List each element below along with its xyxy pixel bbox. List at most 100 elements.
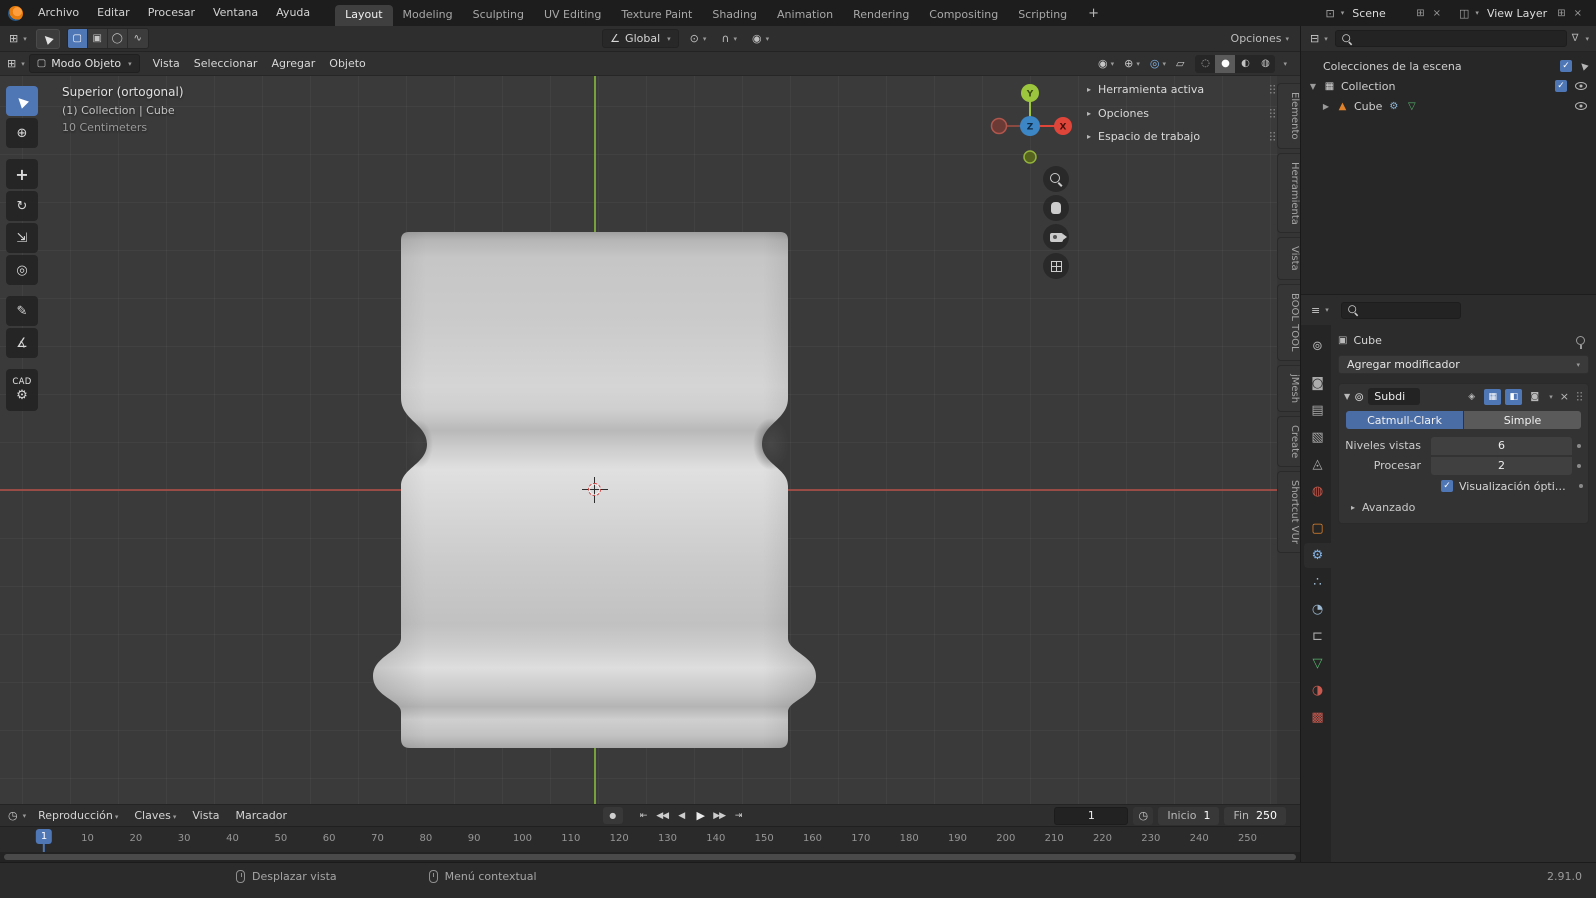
viewport-menu-vista[interactable]: Vista (146, 52, 187, 76)
workspace-tab-scripting[interactable]: Scripting (1008, 5, 1077, 26)
options-dropdown[interactable]: Opciones ▾ (1227, 29, 1293, 49)
properties-tab-world[interactable]: ◍ (1304, 479, 1331, 504)
select-mode-intersect-button[interactable]: ∿ (127, 29, 148, 48)
sidebar-tab-shortcut-vur[interactable]: Shortcut VUr (1277, 471, 1300, 554)
unlink-scene-icon[interactable]: × (1431, 8, 1443, 19)
selectable-cursor-icon[interactable]: ◀ (1578, 60, 1590, 72)
toggle-ortho-button[interactable] (1043, 253, 1069, 279)
catmull-clark-button[interactable]: Catmull-Clark (1346, 411, 1463, 429)
mesh-data-icon[interactable]: ▽ (1405, 101, 1418, 112)
properties-tab-texture[interactable]: ▩ (1304, 705, 1331, 730)
viewport-menu-seleccionar[interactable]: Seleccionar (187, 52, 265, 76)
workspace-tab-shading[interactable]: Shading (702, 5, 767, 26)
frame-start-field[interactable]: Inicio 1 (1158, 806, 1220, 825)
tool-cad-button[interactable]: CAD ⚙ (6, 369, 38, 411)
tool-scale-button[interactable]: ⇲ (6, 223, 38, 253)
npanel-section-espacio-de-trabajo[interactable]: ▸ Espacio de trabajo (1083, 125, 1280, 149)
sidebar-tab-vista[interactable]: Vista (1277, 237, 1300, 281)
tool-rotate-button[interactable]: ↻ (6, 191, 38, 221)
properties-tab-output[interactable]: ▤ (1304, 398, 1331, 423)
tool-move-button[interactable]: + (6, 159, 38, 189)
show-in-render-toggle[interactable]: ◙ (1526, 389, 1543, 405)
pin-icon[interactable] (1576, 335, 1585, 349)
advanced-section[interactable]: ▸ Avanzado (1339, 497, 1588, 517)
properties-tab-constraints[interactable]: ⊏ (1304, 624, 1331, 649)
camera-view-button[interactable] (1043, 224, 1069, 250)
viewport-menu-objeto[interactable]: Objeto (322, 52, 373, 76)
tool-transform-button[interactable]: ◎ (6, 255, 38, 285)
render-levels-field[interactable]: 2 (1431, 456, 1572, 475)
active-tool-button[interactable]: ◀ (35, 28, 60, 49)
modifier-wrench-icon[interactable]: ⚙ (1387, 101, 1400, 112)
overlays-dropdown[interactable]: ◎ ▾ (1146, 57, 1170, 70)
modifier-extras-icon[interactable]: ▾ (1549, 393, 1553, 401)
blender-logo-icon[interactable] (8, 5, 23, 21)
timeline-menu-vista[interactable]: Vista (184, 807, 227, 825)
editor-type-selector[interactable]: ⊞ ▾ (5, 57, 27, 70)
jump-to-start-button[interactable]: ⇤ (635, 808, 652, 824)
chevron-down-icon[interactable]: ▾ (1585, 35, 1589, 43)
properties-tab-scene[interactable]: ◬ (1304, 452, 1331, 477)
mode-dropdown[interactable]: ▢ Modo Objeto ▾ (28, 54, 140, 73)
use-preview-range-toggle[interactable]: ◷ (1133, 806, 1154, 825)
add-modifier-button[interactable]: Agregar modificador ▾ (1338, 355, 1589, 374)
view-layer-selector[interactable]: ◫ ▾ View Layer ⊞ × (1459, 7, 1584, 20)
play-button[interactable]: ▶ (692, 808, 709, 824)
workspace-tab-layout[interactable]: Layout (335, 5, 393, 26)
new-view-layer-icon[interactable]: ⊞ (1555, 8, 1567, 19)
expand-arrow-icon[interactable]: ▶ (1321, 102, 1331, 111)
menu-ventana[interactable]: Ventana (204, 2, 267, 24)
outliner-row-cube[interactable]: ▶ ▲ Cube ⚙ ▽ (1301, 96, 1596, 116)
menu-editar[interactable]: Editar (88, 2, 139, 24)
outliner-editor-selector[interactable]: ⊟ ▾ (1308, 32, 1330, 45)
workspace-tab-modeling[interactable]: Modeling (393, 5, 463, 26)
timeline-scrollbar[interactable] (4, 854, 1296, 860)
show-on-cage-toggle[interactable]: ◈ (1463, 389, 1480, 405)
animate-dot-icon[interactable] (1574, 484, 1588, 488)
properties-tab-material[interactable]: ◑ (1304, 678, 1331, 703)
timeline-menu-claves[interactable]: Claves ▾ (126, 807, 184, 825)
add-workspace-button[interactable]: + (1081, 6, 1106, 21)
animate-dot-icon[interactable] (1572, 444, 1586, 448)
viewport-3d[interactable]: Superior (ortogonal) (1) Collection | Cu… (0, 76, 1300, 804)
properties-tab-object[interactable]: ▢ (1304, 516, 1331, 541)
menu-archivo[interactable]: Archivo (29, 2, 88, 24)
sidebar-tab-jmesh[interactable]: jMesh (1277, 364, 1300, 412)
properties-tab-render[interactable]: ◙ (1304, 371, 1331, 396)
workspace-tab-texture-paint[interactable]: Texture Paint (611, 5, 702, 26)
remove-view-layer-icon[interactable]: × (1572, 8, 1584, 19)
shading-wireframe-button[interactable]: ◌ (1195, 55, 1215, 73)
expand-arrow-icon[interactable]: ▼ (1308, 82, 1318, 91)
sidebar-tab-bool-tool[interactable]: BOOL TOOL (1277, 284, 1300, 361)
shading-rendered-button[interactable]: ◍ (1255, 55, 1275, 73)
modifier-name-field[interactable]: Subdi (1368, 388, 1421, 405)
next-keyframe-button[interactable]: ▶▶ (711, 808, 728, 824)
pivot-point-dropdown[interactable]: ⊙ ▾ (686, 29, 711, 49)
select-mode-subtract-button[interactable]: ◯ (107, 29, 128, 48)
exclude-checkbox[interactable]: ✓ (1555, 80, 1567, 92)
optimal-display-checkbox[interactable]: ✓ (1441, 480, 1453, 492)
pan-button[interactable] (1043, 195, 1069, 221)
viewport-menu-agregar[interactable]: Agregar (264, 52, 322, 76)
tool-select-box-button[interactable]: ◀ (6, 86, 38, 116)
workspace-tab-uv-editing[interactable]: UV Editing (534, 5, 611, 26)
current-frame-field[interactable]: 1 (1054, 806, 1129, 825)
filter-funnel-icon[interactable]: ∇ (1572, 33, 1579, 44)
xray-toggle[interactable]: ▱ (1172, 57, 1188, 70)
close-icon[interactable]: × (1557, 390, 1572, 403)
timeline-editor-selector[interactable]: ◷ ▾ (6, 809, 28, 822)
tool-annotate-button[interactable]: ✎ (6, 296, 38, 326)
properties-tab-object-data[interactable]: ▽ (1304, 651, 1331, 676)
current-frame-marker[interactable]: 1 (35, 829, 53, 844)
select-mode-extend-button[interactable]: ▣ (87, 29, 108, 48)
frame-end-field[interactable]: Fin 250 (1224, 806, 1286, 825)
levels-viewport-field[interactable]: 6 (1431, 436, 1572, 455)
eye-icon[interactable] (1575, 82, 1587, 90)
sidebar-tab-create[interactable]: Create (1277, 415, 1300, 468)
gizmos-dropdown[interactable]: ⊕ ▾ (1120, 57, 1144, 70)
auto-keying-toggle[interactable]: ● (602, 807, 623, 824)
workspace-tab-sculpting[interactable]: Sculpting (463, 5, 534, 26)
eye-icon[interactable] (1575, 102, 1587, 110)
properties-editor-selector[interactable]: ≡ ▾ (1309, 304, 1331, 317)
show-in-editmode-toggle[interactable]: ▦ (1484, 388, 1502, 405)
